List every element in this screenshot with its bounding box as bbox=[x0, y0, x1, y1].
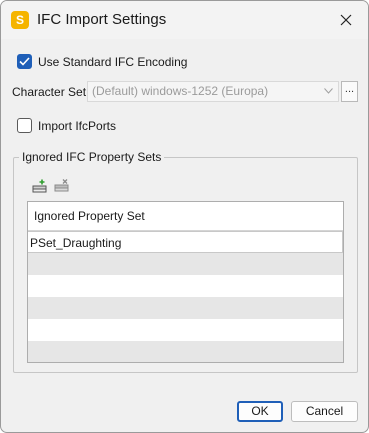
column-header-ignored-property-set[interactable]: Ignored Property Set bbox=[28, 202, 343, 231]
table-row[interactable] bbox=[28, 275, 343, 297]
delete-row-button[interactable] bbox=[54, 179, 70, 193]
table-row[interactable] bbox=[28, 297, 343, 319]
character-set-browse-button[interactable]: ... bbox=[341, 81, 358, 102]
import-ifcports-checkbox[interactable] bbox=[17, 118, 32, 133]
table-row[interactable] bbox=[28, 319, 343, 341]
use-standard-encoding-label: Use Standard IFC Encoding bbox=[38, 54, 188, 69]
add-row-button[interactable] bbox=[32, 179, 48, 193]
add-row-icon bbox=[32, 179, 47, 193]
import-ifcports-label: Import IfcPorts bbox=[38, 118, 117, 133]
ignored-property-sets-label: Ignored IFC Property Sets bbox=[19, 150, 165, 164]
ignored-property-sets-table[interactable]: Ignored Property Set PSet_Draughting bbox=[27, 201, 344, 363]
dialog-window: S IFC Import Settings Use Standard IFC E… bbox=[0, 0, 369, 433]
character-set-select[interactable]: (Default) windows-1252 (Europa) bbox=[87, 81, 339, 102]
table-row[interactable] bbox=[28, 253, 343, 275]
delete-row-icon bbox=[54, 179, 69, 192]
close-button[interactable] bbox=[332, 7, 360, 33]
character-set-label: Character Set bbox=[12, 85, 87, 99]
use-standard-encoding-checkbox[interactable] bbox=[17, 54, 32, 69]
table-row[interactable]: PSet_Draughting bbox=[28, 231, 343, 253]
use-standard-encoding-row[interactable]: Use Standard IFC Encoding bbox=[17, 54, 187, 69]
checkmark-icon bbox=[19, 57, 30, 66]
table-row[interactable] bbox=[28, 341, 343, 362]
character-set-value: (Default) windows-1252 (Europa) bbox=[92, 84, 269, 98]
ok-button[interactable]: OK bbox=[237, 401, 283, 422]
title-bar: S IFC Import Settings bbox=[1, 1, 368, 39]
dialog-title: IFC Import Settings bbox=[37, 11, 167, 28]
chevron-down-icon bbox=[324, 88, 333, 94]
import-ifcports-row[interactable]: Import IfcPorts bbox=[17, 118, 116, 133]
close-icon bbox=[340, 14, 352, 26]
app-icon: S bbox=[11, 11, 29, 29]
cancel-button[interactable]: Cancel bbox=[291, 401, 358, 422]
